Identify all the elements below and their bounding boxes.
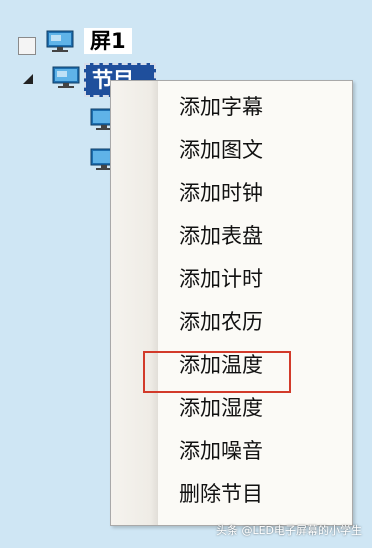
- watermark: 头条 @LED电子屏幕的小学生: [215, 524, 362, 537]
- monitor-icon: [46, 30, 74, 52]
- menu-item-add-temperature[interactable]: 添加温度: [179, 345, 349, 385]
- expand-arrow-icon[interactable]: [22, 73, 34, 85]
- screen-node-label[interactable]: 屏1: [84, 28, 132, 54]
- menu-item-add-lunar[interactable]: 添加农历: [179, 302, 349, 342]
- menu-item-add-clock[interactable]: 添加时钟: [179, 173, 349, 213]
- menu-item-add-humidity[interactable]: 添加湿度: [179, 388, 349, 428]
- context-menu: 添加字幕 添加图文 添加时钟 添加表盘 添加计时 添加农历 添加温度 添加湿度 …: [110, 80, 353, 526]
- menu-icon-gutter: [111, 81, 158, 525]
- menu-item-add-noise[interactable]: 添加噪音: [179, 431, 349, 471]
- menu-item-add-dial[interactable]: 添加表盘: [179, 216, 349, 256]
- menu-item-add-image-text[interactable]: 添加图文: [179, 130, 349, 170]
- menu-item-delete-program[interactable]: 删除节目: [179, 474, 349, 514]
- monitor-icon: [52, 66, 80, 88]
- menu-item-add-timer[interactable]: 添加计时: [179, 259, 349, 299]
- screen-checkbox[interactable]: [18, 37, 36, 55]
- menu-item-add-subtitle[interactable]: 添加字幕: [179, 87, 349, 127]
